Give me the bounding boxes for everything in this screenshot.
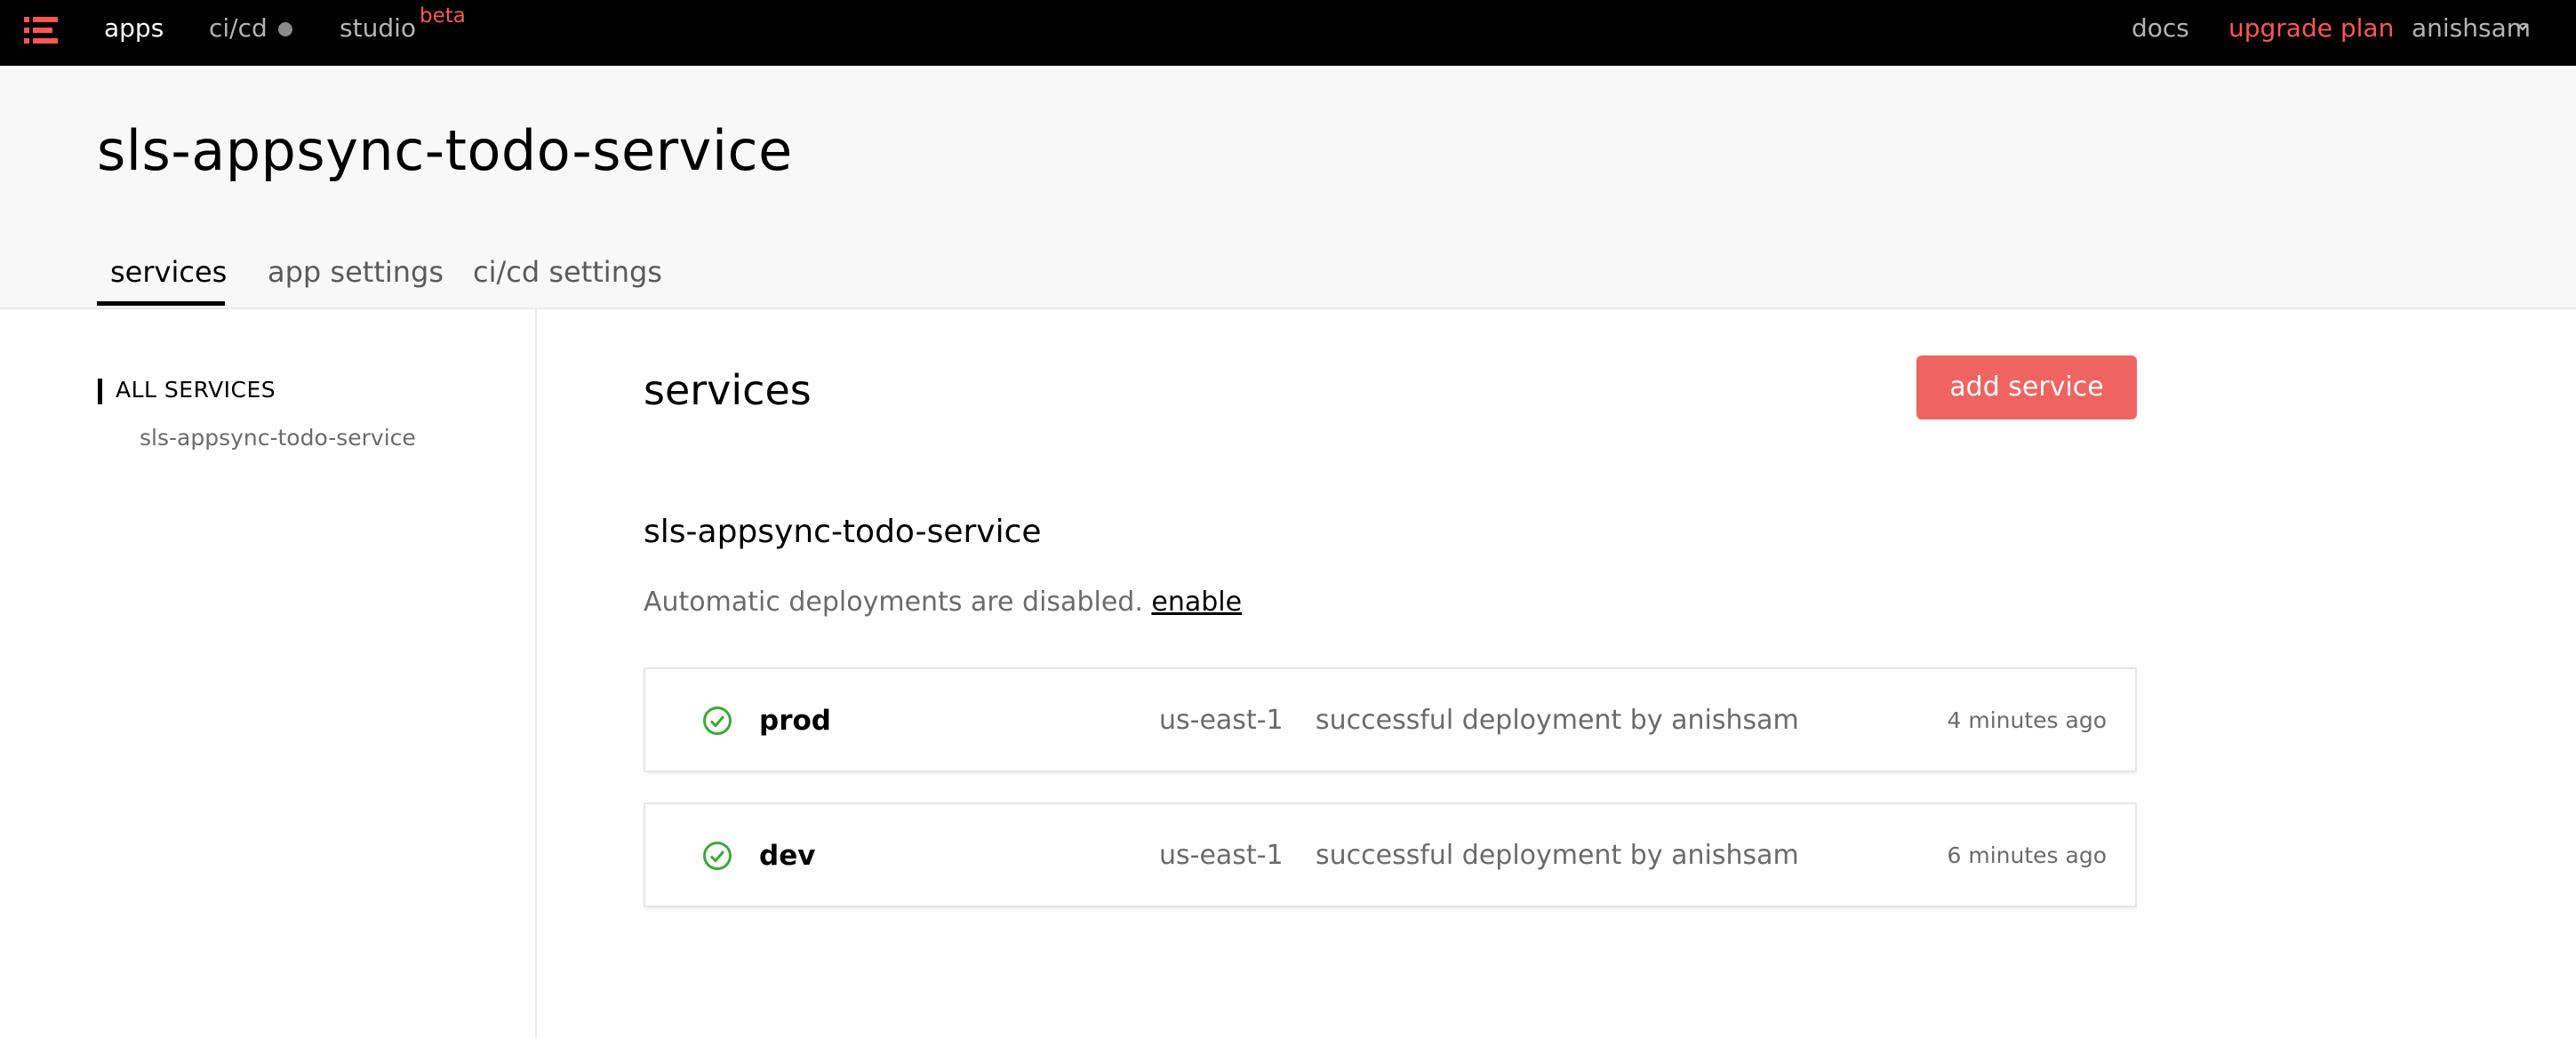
stage-name: dev — [759, 840, 816, 872]
stage-row-dev[interactable]: dev us-east-1 successful deployment by a… — [644, 802, 2137, 907]
stage-status: successful deployment by anishsam — [1316, 705, 1799, 736]
add-service-button[interactable]: add service — [1916, 355, 2137, 419]
nav-apps-link[interactable]: apps — [104, 12, 164, 44]
stage-time: 6 minutes ago — [1947, 842, 2107, 868]
chevron-down-icon[interactable] — [2516, 20, 2530, 34]
top-navigation: apps ci/cd studio beta docs upgrade plan… — [0, 0, 2576, 66]
sidebar-heading-all-services[interactable]: ALL SERVICES — [116, 375, 276, 405]
user-menu[interactable]: anishsam — [2412, 12, 2531, 44]
nav-studio-link[interactable]: studio — [340, 12, 416, 44]
auto-deploy-notice: Automatic deployments are disabled. enab… — [644, 585, 1242, 620]
sidebar: ALL SERVICES sls-appsync-todo-service — [0, 309, 537, 1038]
upgrade-plan-link[interactable]: upgrade plan — [2228, 12, 2394, 44]
stage-region: us-east-1 — [1159, 840, 1284, 871]
services-heading: services — [644, 366, 812, 414]
enable-link[interactable]: enable — [1151, 587, 1242, 618]
nav-docs-link[interactable]: docs — [2132, 12, 2189, 44]
service-name: sls-appsync-todo-service — [644, 514, 1042, 550]
stage-status: successful deployment by anishsam — [1316, 840, 1799, 871]
app-header: sls-appsync-todo-service services app se… — [0, 66, 2576, 309]
beta-badge: beta — [420, 4, 466, 28]
sidebar-active-marker — [98, 379, 102, 404]
status-dot-icon — [278, 22, 292, 36]
stage-time: 4 minutes ago — [1947, 707, 2107, 733]
active-tab-indicator — [97, 301, 225, 306]
stage-name: prod — [759, 705, 831, 737]
serverless-logo-icon[interactable] — [24, 16, 58, 44]
page-title: sls-appsync-todo-service — [97, 118, 793, 183]
check-circle-icon — [703, 842, 732, 870]
tab-cicd-settings[interactable]: ci/cd settings — [473, 254, 662, 290]
tab-services[interactable]: services — [110, 254, 227, 290]
stage-region: us-east-1 — [1159, 705, 1284, 736]
stage-row-prod[interactable]: prod us-east-1 successful deployment by … — [644, 667, 2137, 772]
check-circle-icon — [703, 707, 732, 735]
tab-app-settings[interactable]: app settings — [268, 254, 444, 290]
nav-cicd-link[interactable]: ci/cd — [209, 12, 268, 44]
sidebar-item-service[interactable]: sls-appsync-todo-service — [140, 423, 416, 453]
auto-deploy-text: Automatic deployments are disabled. — [644, 587, 1143, 618]
